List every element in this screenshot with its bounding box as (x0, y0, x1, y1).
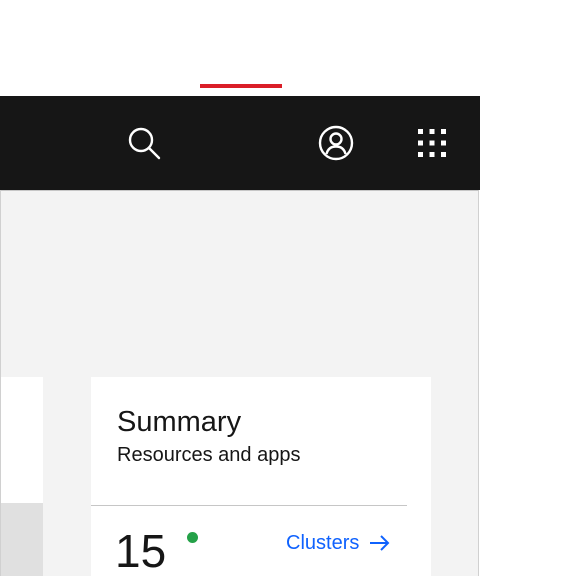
clusters-link-label: Clusters (286, 532, 360, 554)
search-icon (128, 127, 161, 160)
partial-card (1, 377, 43, 576)
active-indicator (200, 84, 282, 88)
dashboard-content: Summary Resources and apps 15 Clusters (0, 190, 479, 576)
summary-title: Summary (117, 406, 242, 438)
user-avatar-icon (318, 125, 354, 161)
top-header (0, 96, 480, 190)
status-indicator (187, 532, 198, 543)
app-screen: Summary Resources and apps 15 Clusters (0, 0, 576, 576)
clusters-link[interactable]: Clusters (286, 531, 391, 555)
cluster-count: 15 (115, 525, 167, 576)
user-profile-button[interactable] (313, 120, 359, 166)
divider (91, 505, 407, 506)
arrow-right-icon (370, 535, 390, 551)
summary-subtitle: Resources and apps (117, 444, 301, 466)
app-switcher-grid-icon (418, 129, 446, 157)
search-button[interactable] (121, 120, 167, 166)
app-switcher-button[interactable] (409, 120, 455, 166)
summary-card: Summary Resources and apps 15 Clusters (91, 377, 431, 576)
partial-card-footer (1, 503, 43, 576)
